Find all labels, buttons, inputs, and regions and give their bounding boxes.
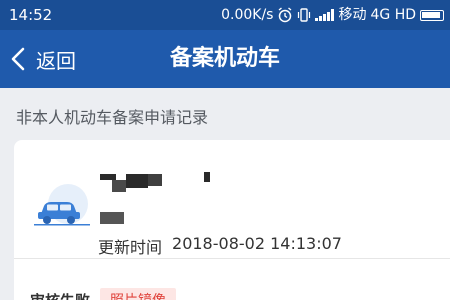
- battery-icon: [420, 9, 444, 21]
- section-label: 非本人机动车备案申请记录: [16, 108, 209, 127]
- update-time-label: 更新时间: [98, 238, 163, 257]
- car-icon: [34, 184, 90, 226]
- back-label: 返回: [36, 48, 76, 73]
- back-button[interactable]: 返回: [8, 30, 76, 88]
- status-time: 14:52: [9, 6, 53, 24]
- update-time-row: 更新时间 2018-08-02 14:13:07: [98, 234, 342, 258]
- audit-reason-badge: 照片镜像: [100, 288, 177, 300]
- network-type: 4G HD: [370, 7, 416, 23]
- network-speed: 0.00K/s: [221, 7, 274, 23]
- header-bar: 备案机动车 返回: [0, 30, 450, 88]
- signal-icon: [315, 9, 335, 21]
- alarm-icon: [279, 7, 292, 23]
- status-bar: 14:52 0.00K/s 移动 4G HD: [0, 0, 450, 30]
- chevron-left-icon: [11, 47, 25, 71]
- vibrate-icon: [298, 8, 311, 22]
- audit-status: 审核失败: [30, 290, 90, 300]
- audit-row: 审核失败 照片镜像: [30, 288, 177, 300]
- divider: [14, 258, 450, 259]
- status-right-group: 0.00K/s 移动 4G HD: [221, 0, 444, 30]
- update-time-value: 2018-08-02 14:13:07: [172, 234, 342, 253]
- record-card[interactable]: 更新时间 2018-08-02 14:13:07 审核失败 照片镜像: [14, 140, 450, 300]
- carrier-label: 移动: [338, 7, 367, 23]
